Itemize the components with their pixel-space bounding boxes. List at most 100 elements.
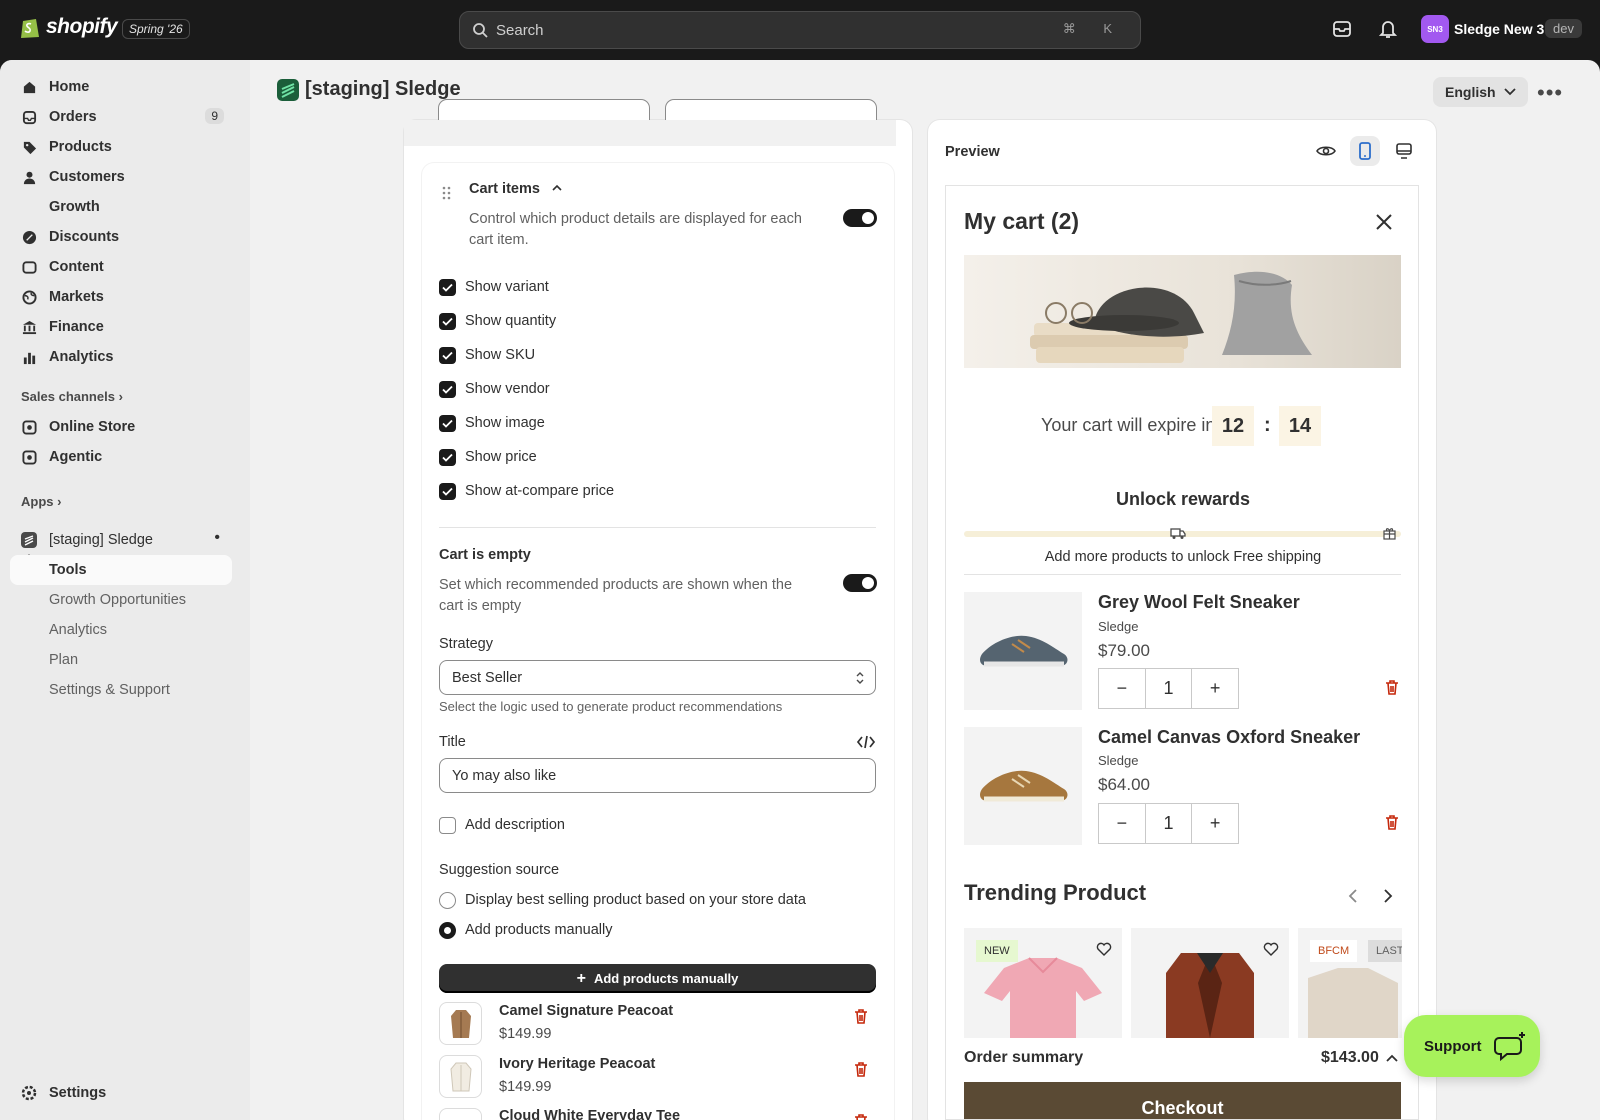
inbox-icon[interactable] bbox=[1330, 17, 1354, 41]
sales-channels-heading[interactable]: Sales channels › bbox=[21, 389, 123, 404]
search-input[interactable]: Search ⌘ K bbox=[459, 11, 1141, 49]
delete-product-icon[interactable] bbox=[852, 1060, 870, 1078]
timer-seconds: 14 bbox=[1279, 406, 1321, 446]
minus-icon[interactable]: − bbox=[1099, 669, 1146, 708]
desktop-icon[interactable] bbox=[1395, 142, 1413, 160]
checkout-button[interactable]: Checkout bbox=[964, 1082, 1401, 1119]
add-products-manually-button[interactable]: + Add products manually bbox=[439, 964, 876, 993]
sidebar-subitem-growth-opportunities[interactable]: Growth Opportunities bbox=[10, 585, 232, 615]
delete-product-icon[interactable] bbox=[852, 1112, 870, 1120]
minus-icon[interactable]: − bbox=[1099, 804, 1146, 843]
cart-item-vendor: Sledge bbox=[1098, 619, 1139, 634]
cart-empty-title: Cart is empty bbox=[439, 547, 531, 563]
sidebar-item-markets[interactable]: Markets bbox=[10, 282, 232, 312]
trending-product-card[interactable]: BFCM LAST bbox=[1298, 928, 1402, 1038]
timer-separator: : bbox=[1264, 414, 1271, 436]
heart-icon[interactable] bbox=[1096, 942, 1112, 956]
sidebar-subitem-tools[interactable]: Tools bbox=[10, 555, 232, 585]
drag-handle-icon[interactable] bbox=[442, 186, 452, 200]
quantity-value[interactable]: 1 bbox=[1146, 804, 1193, 843]
apps-heading[interactable]: Apps › bbox=[21, 494, 61, 509]
strategy-help-text: Select the logic used to generate produc… bbox=[439, 699, 783, 714]
sidebar-subitem-analytics[interactable]: Analytics bbox=[10, 615, 232, 645]
chevron-right-icon[interactable] bbox=[1383, 888, 1393, 904]
radio-best-selling[interactable] bbox=[439, 892, 456, 909]
sidebar-item-orders[interactable]: Orders 9 bbox=[10, 102, 232, 132]
chevron-right-icon: › bbox=[57, 494, 62, 509]
coat-icon bbox=[450, 1009, 471, 1038]
trending-product-card[interactable] bbox=[1131, 928, 1289, 1038]
heart-icon[interactable] bbox=[1263, 942, 1279, 956]
chevron-right-icon: › bbox=[118, 389, 123, 404]
product-thumbnail-white-tee bbox=[439, 1108, 482, 1120]
edition-badge[interactable]: Spring '26 bbox=[122, 19, 190, 39]
strategy-label: Strategy bbox=[439, 636, 493, 652]
store-avatar[interactable]: SN3 bbox=[1421, 15, 1449, 43]
product-name: Cloud White Everyday Tee bbox=[499, 1108, 681, 1120]
show-vendor-checkbox[interactable] bbox=[439, 381, 456, 398]
show-image-label: Show image bbox=[465, 415, 545, 431]
show-compare-price-checkbox[interactable] bbox=[439, 483, 456, 500]
trending-product-card[interactable]: NEW bbox=[964, 928, 1122, 1038]
code-icon[interactable] bbox=[857, 735, 875, 749]
chevron-up-icon[interactable] bbox=[552, 184, 562, 192]
sidebar-item-home[interactable]: Home bbox=[10, 72, 232, 102]
title-input[interactable]: Yo may also like bbox=[439, 758, 876, 793]
expire-text: Your cart will expire in bbox=[1041, 415, 1216, 435]
orders-icon bbox=[21, 109, 37, 125]
plus-icon[interactable]: + bbox=[1192, 804, 1238, 843]
more-actions-icon[interactable]: ••• bbox=[1537, 80, 1563, 106]
product-name: Camel Signature Peacoat bbox=[499, 1003, 674, 1019]
sidebar-item-finance[interactable]: Finance bbox=[10, 312, 232, 342]
order-summary-label[interactable]: Order summary bbox=[964, 1049, 1083, 1067]
person-icon bbox=[21, 169, 37, 185]
title-label: Title bbox=[439, 734, 466, 750]
sidebar-subitem-plan[interactable]: Plan bbox=[10, 645, 232, 675]
cart-empty-toggle[interactable] bbox=[843, 574, 877, 592]
store-name[interactable]: Sledge New 3 bbox=[1454, 21, 1544, 37]
strategy-select[interactable]: Best Seller bbox=[439, 660, 876, 695]
radio-manual[interactable] bbox=[439, 922, 456, 939]
sidebar-item-settings[interactable]: Settings bbox=[10, 1078, 232, 1108]
close-icon[interactable] bbox=[1375, 213, 1393, 231]
eye-icon[interactable] bbox=[1316, 144, 1336, 158]
mobile-view-button[interactable] bbox=[1350, 136, 1380, 166]
support-button[interactable]: Support bbox=[1404, 1015, 1540, 1077]
timer-minutes: 12 bbox=[1212, 406, 1254, 446]
sidebar-item-discounts[interactable]: Discounts bbox=[10, 222, 232, 252]
quantity-stepper[interactable]: − 1 + bbox=[1098, 803, 1239, 844]
language-select[interactable]: English bbox=[1433, 77, 1528, 107]
sidebar-item-app-sledge[interactable]: [staging] Sledge • bbox=[10, 525, 232, 555]
language-value: English bbox=[1445, 84, 1496, 100]
chevron-up-icon[interactable] bbox=[1386, 1054, 1398, 1062]
quantity-stepper[interactable]: − 1 + bbox=[1098, 668, 1239, 709]
sidebar-item-customers[interactable]: Customers bbox=[10, 162, 232, 192]
bell-icon[interactable] bbox=[1376, 17, 1400, 41]
cart-items-toggle[interactable] bbox=[843, 209, 877, 227]
sidebar-item-analytics[interactable]: Analytics bbox=[10, 342, 232, 372]
add-description-checkbox[interactable] bbox=[439, 817, 456, 834]
top-bar: shopify Spring '26 Search ⌘ K SN3 Sledge… bbox=[0, 0, 1600, 60]
delete-product-icon[interactable] bbox=[852, 1007, 870, 1025]
sidebar-subitem-settings-support[interactable]: Settings & Support bbox=[10, 675, 232, 705]
chevron-left-icon[interactable] bbox=[1348, 888, 1358, 904]
show-sku-checkbox[interactable] bbox=[439, 347, 456, 364]
remove-item-icon[interactable] bbox=[1383, 813, 1401, 831]
show-image-checkbox[interactable] bbox=[439, 415, 456, 432]
show-price-checkbox[interactable] bbox=[439, 449, 456, 466]
plus-icon[interactable]: + bbox=[1192, 669, 1238, 708]
sidebar-item-content[interactable]: Content bbox=[10, 252, 232, 282]
strategy-value: Best Seller bbox=[452, 669, 523, 686]
remove-item-icon[interactable] bbox=[1383, 678, 1401, 696]
cart-items-title[interactable]: Cart items bbox=[469, 181, 540, 197]
shopify-logo[interactable]: shopify bbox=[20, 15, 118, 39]
show-variant-checkbox[interactable] bbox=[439, 279, 456, 296]
quantity-value[interactable]: 1 bbox=[1146, 669, 1193, 708]
sidebar-item-online-store[interactable]: Online Store bbox=[10, 412, 232, 442]
show-quantity-checkbox[interactable] bbox=[439, 313, 456, 330]
beige-shirt-image bbox=[1308, 968, 1398, 1038]
sidebar-item-agentic[interactable]: Agentic bbox=[10, 442, 232, 472]
sidebar-item-growth[interactable]: Growth bbox=[10, 192, 232, 222]
sidebar-item-products[interactable]: Products bbox=[10, 132, 232, 162]
cart-items-description: Control which product details are displa… bbox=[469, 211, 802, 227]
